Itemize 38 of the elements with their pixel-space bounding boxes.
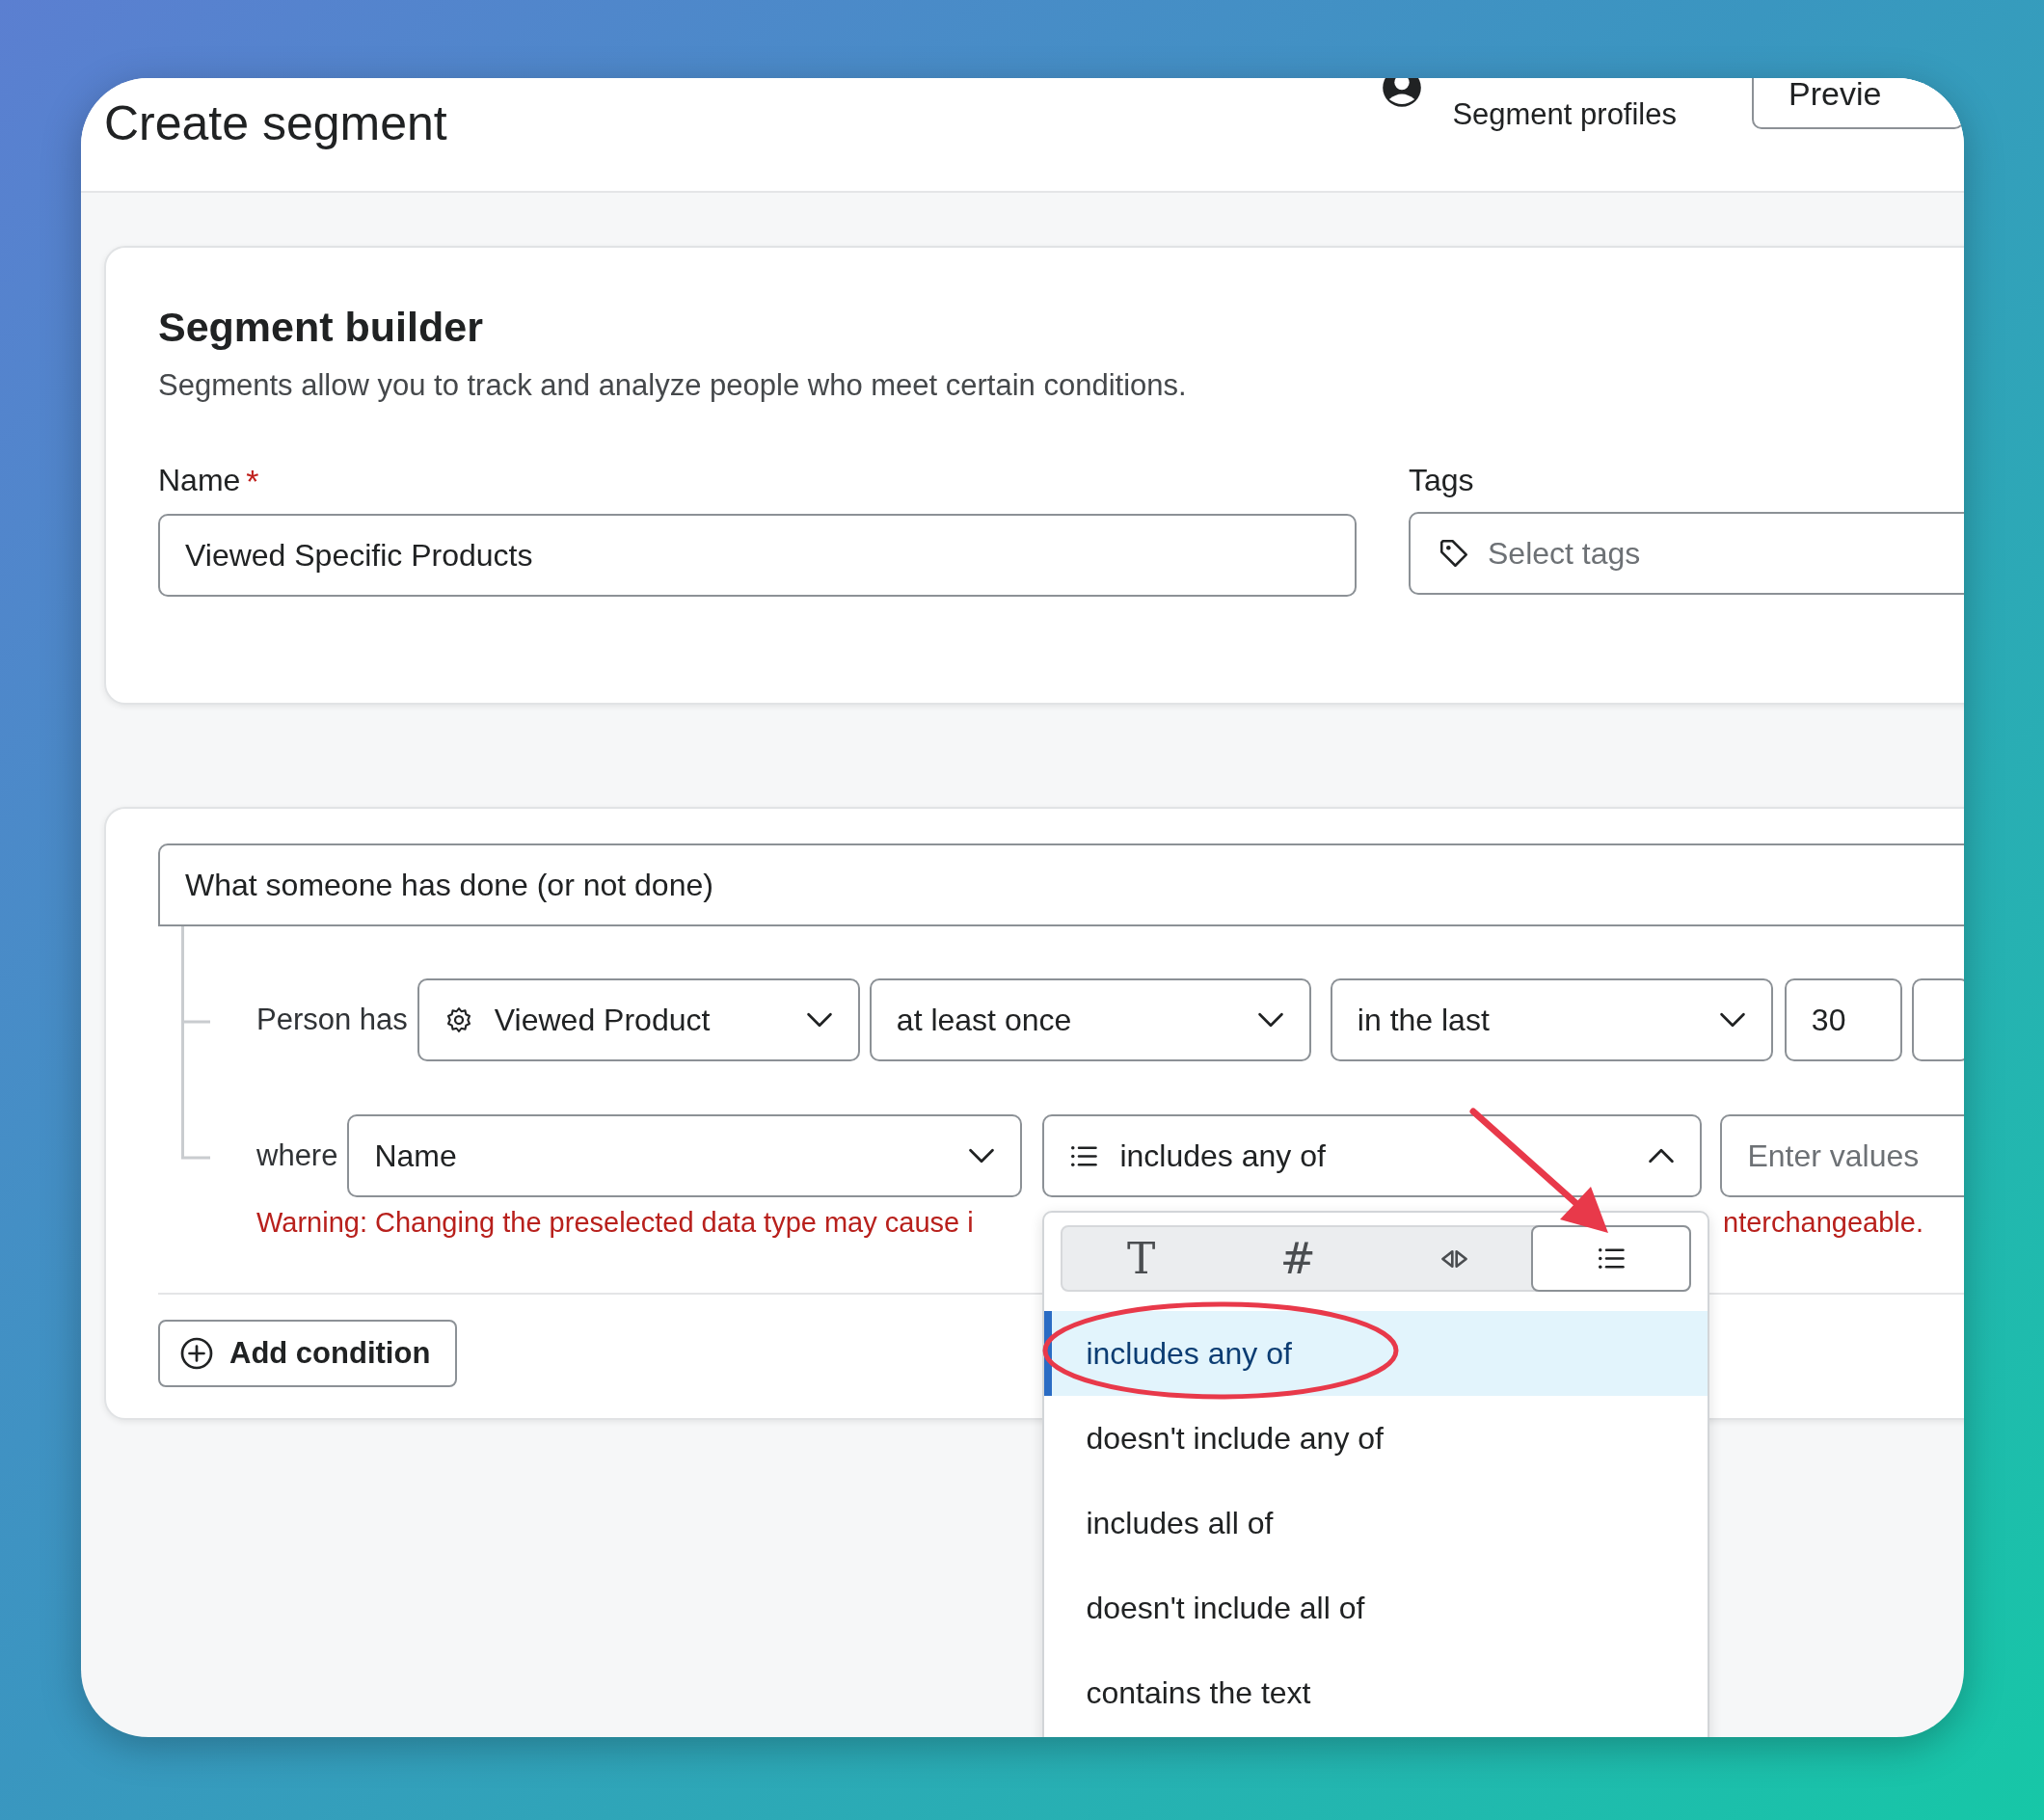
section-description: Segments allow you to track and analyze people who meet certain conditions. <box>158 368 1188 403</box>
tags-label: Tags <box>1409 463 1475 498</box>
tags-field[interactable]: Select tags <box>1409 512 1964 595</box>
chevron-down-icon <box>805 1012 833 1028</box>
warning-text: Warning: Changing the preselected data type may cause i <box>256 1207 975 1239</box>
where-label: where <box>256 1138 338 1173</box>
frequency-select[interactable]: at least once <box>869 978 1311 1061</box>
operator-option[interactable]: includes any of <box>1044 1311 1708 1396</box>
chevron-down-icon <box>968 1148 996 1164</box>
tag-icon <box>1438 537 1470 570</box>
timeframe-select[interactable]: in the last <box>1330 978 1773 1061</box>
name-label: Name <box>158 463 241 498</box>
name-input[interactable]: Viewed Specific Products <box>158 514 1357 597</box>
operator-option[interactable]: doesn't include any of <box>1044 1396 1708 1481</box>
condition-type-select[interactable]: What someone has done (or not done) <box>158 843 1964 926</box>
unit-select[interactable] <box>1911 978 1964 1061</box>
add-condition-button[interactable]: Add condition <box>158 1320 458 1387</box>
values-input[interactable]: Enter values <box>1720 1114 1964 1197</box>
operator-option[interactable]: includes all of <box>1044 1481 1708 1566</box>
operator-option[interactable]: doesn't include all of <box>1044 1566 1708 1650</box>
segment-profiles-link[interactable]: Segment profiles <box>1452 97 1677 132</box>
list-icon <box>1597 1246 1627 1271</box>
operator-option[interactable]: contains the text <box>1044 1650 1708 1735</box>
chevron-up-icon <box>1648 1148 1676 1164</box>
property-select[interactable]: Name <box>347 1114 1023 1197</box>
amount-input[interactable]: 30 <box>1784 978 1902 1061</box>
data-type-tab[interactable] <box>1530 1225 1692 1292</box>
chevron-down-icon <box>1256 1012 1284 1028</box>
person-has-label: Person has <box>256 1003 408 1037</box>
page-title: Create segment <box>104 95 447 151</box>
list-icon <box>1069 1143 1099 1168</box>
event-select[interactable]: Viewed Product <box>417 978 860 1061</box>
section-title: Segment builder <box>158 304 484 351</box>
chevron-down-icon <box>1718 1012 1746 1028</box>
plus-circle-icon <box>179 1336 214 1371</box>
operator-select[interactable]: includes any of <box>1042 1114 1703 1197</box>
required-mark: * <box>246 463 259 500</box>
warning-text: nterchangeable. <box>1723 1207 1924 1239</box>
